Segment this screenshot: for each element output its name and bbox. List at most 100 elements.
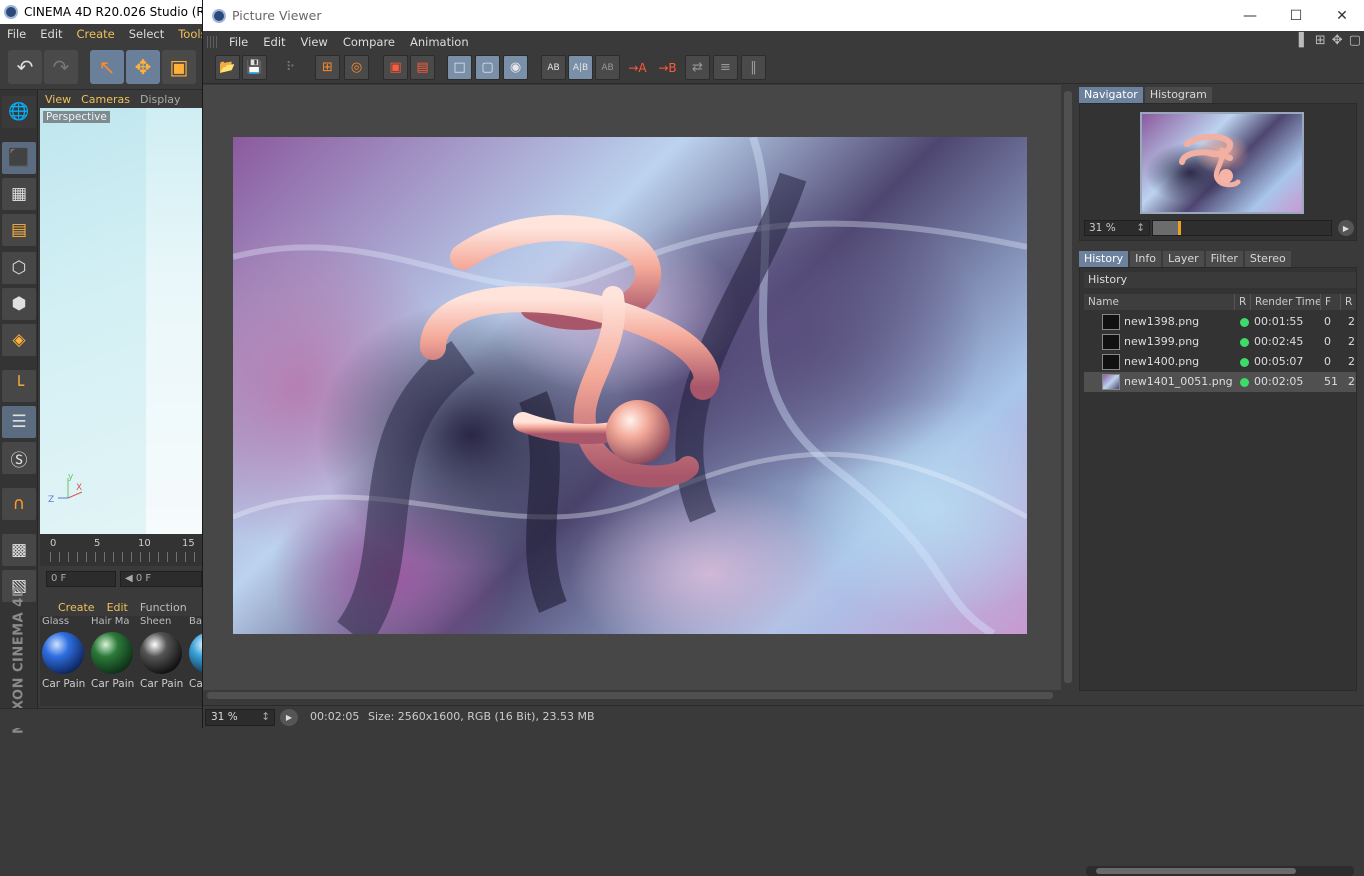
- navigator-zoom-slider[interactable]: [1152, 220, 1332, 236]
- column-name[interactable]: Name: [1084, 294, 1234, 310]
- main-menu-file[interactable]: File: [0, 27, 33, 41]
- history-horizontal-scrollbar[interactable]: [1086, 866, 1354, 876]
- status-zoom-field[interactable]: 31 % ↕: [205, 709, 275, 726]
- workplane-icon[interactable]: ▤: [2, 214, 36, 246]
- maximize-button[interactable]: ☐: [1273, 0, 1319, 31]
- perspective-viewport[interactable]: Perspective y X Z: [40, 108, 202, 534]
- tweak-mouse-icon[interactable]: ☰: [2, 406, 36, 438]
- model-mode-icon[interactable]: ⬛: [2, 142, 36, 174]
- compare-vertical-icon[interactable]: ≡: [713, 55, 738, 80]
- undo-icon[interactable]: ↶: [8, 50, 42, 84]
- history-row[interactable]: new1399.png 00:02:45 0 2: [1084, 332, 1356, 352]
- material-menu-edit[interactable]: Edit: [101, 601, 134, 614]
- pv-menu-compare[interactable]: Compare: [337, 35, 404, 49]
- tab-stereo[interactable]: Stereo: [1244, 251, 1291, 267]
- scale-icon[interactable]: ▣: [162, 50, 196, 84]
- viewport-menu-cameras[interactable]: Cameras: [76, 93, 135, 106]
- panel-layout-icon[interactable]: ▌: [1299, 33, 1309, 48]
- tab-histogram[interactable]: Histogram: [1144, 87, 1212, 103]
- set-a-icon[interactable]: →A: [625, 55, 650, 80]
- expand-panel-icon[interactable]: ▢: [1349, 33, 1361, 48]
- stop-render-icon[interactable]: ▤: [410, 55, 435, 80]
- column-r[interactable]: R: [1234, 294, 1250, 310]
- compare-ab-icon[interactable]: AB: [541, 55, 566, 80]
- snap-s-icon[interactable]: Ⓢ: [2, 442, 36, 474]
- stepper-icon[interactable]: ↕: [261, 710, 270, 725]
- navigator-thumbnail[interactable]: [1140, 112, 1304, 214]
- move-panel-icon[interactable]: ✥: [1332, 33, 1343, 48]
- column-r2[interactable]: R: [1340, 294, 1356, 310]
- viewport-menu-view[interactable]: View: [40, 93, 76, 106]
- add-panel-icon[interactable]: ⊞: [1315, 33, 1326, 48]
- main-window-titlebar[interactable]: CINEMA 4D R20.026 Studio (RC - R: [0, 0, 202, 24]
- navigator-zoom-field[interactable]: 31 % ↕: [1084, 220, 1150, 236]
- open-file-icon[interactable]: 📂: [215, 55, 240, 80]
- view-overlay-icon[interactable]: ◉: [503, 55, 528, 80]
- render-view-icon[interactable]: ◎: [344, 55, 369, 80]
- zoom-slider-knob[interactable]: [1178, 221, 1181, 235]
- current-frame-field[interactable]: ◀ 0 F: [120, 571, 202, 587]
- tab-layer[interactable]: Layer: [1162, 251, 1204, 267]
- material-menu-function[interactable]: Function: [134, 601, 193, 614]
- stepper-icon[interactable]: ↕: [1136, 221, 1145, 235]
- pv-menu-view[interactable]: View: [295, 35, 337, 49]
- scrollbar-thumb[interactable]: [1096, 868, 1296, 874]
- material-swatch[interactable]: Hair Ma Car Pain: [89, 616, 135, 696]
- compare-horizontal-icon[interactable]: ‖: [741, 55, 766, 80]
- move-icon[interactable]: ✥: [126, 50, 160, 84]
- pv-menu-animation[interactable]: Animation: [404, 35, 478, 49]
- canvas-horizontal-scrollbar[interactable]: [203, 690, 1061, 702]
- redo-icon[interactable]: ↷: [44, 50, 78, 84]
- close-button[interactable]: ✕: [1319, 0, 1364, 31]
- render-region-icon[interactable]: ⊞: [315, 55, 340, 80]
- status-play-icon[interactable]: ▶: [280, 709, 298, 726]
- material-swatch[interactable]: Ba Ca: [187, 616, 202, 696]
- picture-viewer-titlebar[interactable]: Picture Viewer — ☐ ✕: [203, 0, 1364, 31]
- main-menu-create[interactable]: Create: [70, 27, 122, 41]
- lock-workplane-icon[interactable]: ▩: [2, 534, 36, 566]
- pv-menu-file[interactable]: File: [223, 35, 257, 49]
- history-row[interactable]: new1398.png 00:01:55 0 2: [1084, 312, 1356, 332]
- points-mode-icon[interactable]: ⬡: [2, 252, 36, 284]
- polygons-mode-icon[interactable]: ◈: [2, 324, 36, 356]
- workplane-globe-icon[interactable]: 🌐: [2, 96, 36, 128]
- start-frame-field[interactable]: 0 F: [46, 571, 116, 587]
- render-to-pv-icon[interactable]: ▣: [383, 55, 408, 80]
- pv-menu-edit[interactable]: Edit: [257, 35, 294, 49]
- viewport-menu-display[interactable]: Display: [135, 93, 186, 106]
- compare-ab-split-icon[interactable]: A|B: [568, 55, 593, 80]
- material-swatch[interactable]: Glass Car Pain: [40, 616, 86, 696]
- view-compare-icon[interactable]: ▢: [475, 55, 500, 80]
- minimize-button[interactable]: —: [1227, 0, 1273, 31]
- main-menu-select[interactable]: Select: [122, 27, 171, 41]
- tab-navigator[interactable]: Navigator: [1079, 87, 1143, 103]
- history-row[interactable]: new1400.png 00:05:07 0 2: [1084, 352, 1356, 372]
- compare-ab-diff-icon[interactable]: AB: [595, 55, 620, 80]
- history-row-selected[interactable]: new1401_0051.png 00:02:05 51 2: [1084, 372, 1356, 392]
- edges-mode-icon[interactable]: ⬢: [2, 288, 36, 320]
- material-menu-create[interactable]: Create: [40, 601, 101, 614]
- set-b-icon[interactable]: →B: [655, 55, 680, 80]
- view-single-icon[interactable]: □: [447, 55, 472, 80]
- timeline-ruler[interactable]: 0 5 10 15: [40, 534, 202, 566]
- material-swatch[interactable]: Sheen Car Pain: [138, 616, 184, 696]
- tab-filter[interactable]: Filter: [1205, 251, 1243, 267]
- magnet-icon[interactable]: ∩: [2, 488, 36, 520]
- history-panel: History Name R Render Time F R new1398.p…: [1079, 267, 1357, 876]
- main-menu-tools[interactable]: Tools: [171, 27, 202, 41]
- image-canvas[interactable]: [203, 85, 1061, 690]
- texture-mode-icon[interactable]: ▦: [2, 178, 36, 210]
- main-menu-edit[interactable]: Edit: [33, 27, 69, 41]
- scrollbar-thumb[interactable]: [1064, 91, 1072, 683]
- column-render-time[interactable]: Render Time: [1250, 294, 1320, 310]
- tab-info[interactable]: Info: [1130, 251, 1161, 267]
- swap-icon[interactable]: ⇄: [685, 55, 710, 80]
- column-frame[interactable]: F: [1320, 294, 1340, 310]
- tab-history[interactable]: History: [1079, 251, 1129, 267]
- navigator-play-icon[interactable]: ▶: [1338, 220, 1354, 236]
- select-arrow-icon[interactable]: ↖: [90, 50, 124, 84]
- save-file-icon[interactable]: 💾: [242, 55, 267, 80]
- canvas-vertical-scrollbar[interactable]: [1061, 85, 1075, 690]
- axis-mode-icon[interactable]: └: [2, 370, 36, 402]
- scrollbar-thumb[interactable]: [207, 692, 1053, 699]
